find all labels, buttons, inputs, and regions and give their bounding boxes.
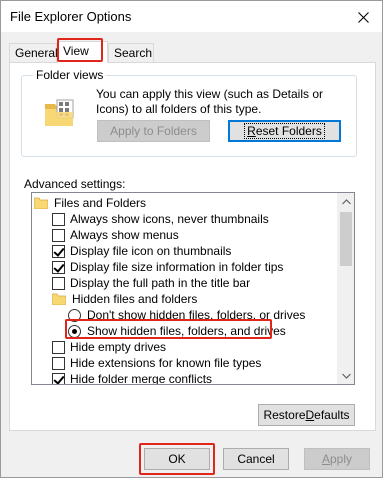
apply-label: pply <box>330 452 353 466</box>
tab-general[interactable]: General <box>9 43 58 62</box>
tree-item-label: Files and Folders <box>54 196 147 210</box>
window-title: File Explorer Options <box>10 9 132 24</box>
ok-button-highlight <box>139 443 215 475</box>
tab-search[interactable]: Search <box>108 43 154 62</box>
apply-button[interactable]: Apply <box>304 448 370 470</box>
checkbox[interactable] <box>52 340 65 354</box>
scroll-down-button[interactable] <box>338 367 354 384</box>
tab-search-label: Search <box>114 46 153 60</box>
tree-scrollbar[interactable] <box>337 193 354 384</box>
restore-defaults-mnemonic: D <box>305 408 315 422</box>
show-hidden-highlight <box>65 319 272 339</box>
advanced-settings-label: Advanced settings: <box>24 177 126 191</box>
tree-folder-hidden-files[interactable]: Hidden files and folders <box>52 291 197 307</box>
checkbox[interactable] <box>52 276 65 290</box>
restore-defaults-label-prefix: Restore <box>263 408 306 422</box>
option-hide-empty-drives[interactable]: Hide empty drives <box>52 339 166 355</box>
checkbox-checked[interactable] <box>52 244 65 258</box>
reset-folders-label-wrap: Reset Folders <box>244 123 325 139</box>
option-display-file-size[interactable]: Display file size information in folder … <box>52 259 283 275</box>
checkbox-checked[interactable] <box>52 260 65 274</box>
reset-folders-button[interactable]: Reset Folders <box>228 120 341 142</box>
option-label: Display the full path in the title bar <box>70 276 251 290</box>
cancel-button[interactable]: Cancel <box>223 448 289 470</box>
view-tab-highlight <box>57 38 103 62</box>
restore-defaults-label: efaults <box>314 408 350 422</box>
close-button[interactable] <box>348 5 378 29</box>
checkbox[interactable] <box>52 228 65 242</box>
cancel-label: Cancel <box>237 452 275 466</box>
tab-general-label: General <box>15 46 58 60</box>
option-hide-extensions[interactable]: Hide extensions for known file types <box>52 355 261 371</box>
title-bar: File Explorer Options <box>1 1 382 32</box>
tree-folder-files-and-folders[interactable]: Files and Folders <box>34 195 146 211</box>
restore-defaults-button[interactable]: Restore Defaults <box>258 404 355 426</box>
option-label: Always show menus <box>70 228 179 242</box>
option-label: Hide empty drives <box>70 340 167 354</box>
option-display-full-path[interactable]: Display the full path in the title bar <box>52 275 250 291</box>
apply-to-folders-button[interactable]: Apply to Folders <box>97 120 210 142</box>
checkbox-checked[interactable] <box>52 372 65 384</box>
scroll-up-button[interactable] <box>338 193 354 210</box>
option-label: Always show icons, never thumbnails <box>70 212 269 226</box>
chevron-up-icon <box>342 198 351 204</box>
option-label: Hide folder merge conflicts <box>70 372 213 385</box>
folder-views-legend: Folder views <box>33 68 107 82</box>
checkbox[interactable] <box>52 212 65 226</box>
option-always-show-icons[interactable]: Always show icons, never thumbnails <box>52 211 269 227</box>
option-label: Display file icon on thumbnails <box>70 244 232 258</box>
folder-views-icon <box>45 99 74 126</box>
checkbox[interactable] <box>52 356 65 370</box>
option-always-show-menus[interactable]: Always show menus <box>52 227 179 243</box>
chevron-down-icon <box>342 373 351 379</box>
reset-folders-mnemonic: R <box>247 124 256 138</box>
folder-icon <box>52 293 66 305</box>
apply-mnemonic: A <box>321 452 330 466</box>
tree-item-label: Hidden files and folders <box>72 292 198 306</box>
folder-icon <box>34 197 48 209</box>
option-hide-merge-conflicts[interactable]: Hide folder merge conflicts <box>52 371 213 385</box>
advanced-settings-tree[interactable]: Files and Folders Always show icons, nev… <box>31 192 355 385</box>
folder-views-description: You can apply this view (such as Details… <box>96 87 324 116</box>
close-icon <box>357 11 369 23</box>
option-label: Display file size information in folder … <box>70 260 284 274</box>
scroll-thumb[interactable] <box>340 212 352 266</box>
option-label: Hide extensions for known file types <box>70 356 262 370</box>
file-explorer-options-dialog: File Explorer Options General View Searc… <box>0 0 383 478</box>
apply-to-folders-label: Apply to Folders <box>110 124 197 138</box>
option-display-file-icon[interactable]: Display file icon on thumbnails <box>52 243 231 259</box>
reset-folders-label: eset Folders <box>255 124 322 138</box>
